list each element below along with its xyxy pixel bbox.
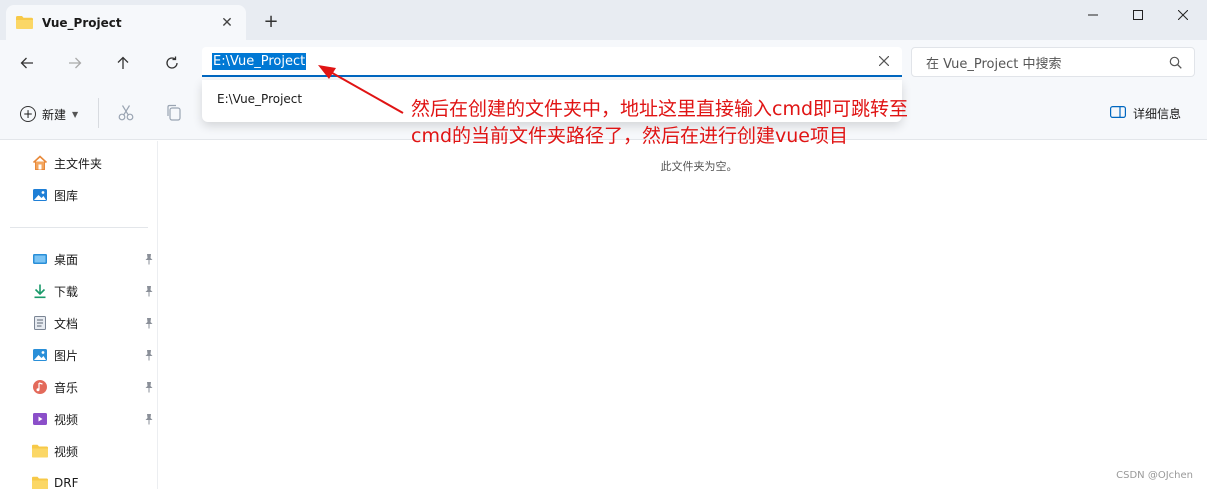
desktop-icon bbox=[32, 251, 48, 267]
sidebar-item-label: 文档 bbox=[54, 316, 79, 331]
sidebar-item-desktop[interactable]: 桌面 bbox=[32, 248, 156, 270]
sidebar-item-label: 图片 bbox=[54, 348, 79, 363]
close-window-button[interactable] bbox=[1160, 0, 1206, 30]
pin-icon[interactable] bbox=[144, 317, 154, 329]
refresh-button[interactable] bbox=[157, 48, 187, 78]
sidebar-item-label: 主文件夹 bbox=[54, 156, 103, 171]
pin-icon[interactable] bbox=[144, 285, 154, 297]
download-icon bbox=[32, 283, 48, 299]
home-icon bbox=[32, 155, 48, 171]
sidebar-item-home[interactable]: 主文件夹 bbox=[32, 152, 156, 174]
close-tab-icon[interactable]: ✕ bbox=[218, 14, 236, 32]
sidebar-item-label: 桌面 bbox=[54, 252, 79, 267]
new-button[interactable]: + 新建 ▼ bbox=[20, 103, 78, 125]
minimize-button[interactable] bbox=[1070, 0, 1116, 30]
up-button[interactable] bbox=[108, 48, 138, 78]
annotation-text: 然后在创建的文件夹中，地址这里直接输入cmd即可跳转至 cmd的当前文件夹路径了… bbox=[411, 96, 971, 150]
sidebar-item-drf[interactable]: DRF bbox=[32, 472, 156, 489]
file-list-area[interactable]: 此文件夹为空。 CSDN @OJchen bbox=[159, 141, 1207, 489]
empty-folder-message: 此文件夹为空。 bbox=[660, 160, 738, 173]
pin-icon[interactable] bbox=[144, 349, 154, 361]
maximize-button[interactable] bbox=[1115, 0, 1161, 30]
sidebar-divider bbox=[10, 227, 148, 228]
videos-icon bbox=[32, 411, 48, 427]
sidebar-item-documents[interactable]: 文档 bbox=[32, 312, 156, 334]
sidebar-item-music[interactable]: 音乐 bbox=[32, 376, 156, 398]
document-icon bbox=[32, 315, 48, 331]
details-button-label: 详细信息 bbox=[1133, 106, 1182, 121]
search-input[interactable]: 在 Vue_Project 中搜索 bbox=[926, 53, 1062, 72]
address-suggestion-item[interactable]: E:\Vue_Project bbox=[217, 92, 302, 106]
folder-icon bbox=[32, 443, 48, 459]
navigation-pane: 主文件夹 图库 桌面 下载 文档 图片 音乐 视频 视频 DRF bbox=[0, 141, 158, 489]
gallery-icon bbox=[32, 187, 48, 203]
sidebar-item-label: 视频 bbox=[54, 412, 79, 427]
details-button[interactable]: 详细信息 bbox=[1110, 103, 1181, 123]
annotation-line-2: cmd的当前文件夹路径了，然后在进行创建vue项目 bbox=[411, 125, 848, 147]
music-icon bbox=[32, 379, 48, 395]
copy-button[interactable] bbox=[164, 103, 184, 123]
new-button-label: 新建 bbox=[42, 107, 67, 122]
pictures-icon bbox=[32, 347, 48, 363]
forward-button[interactable] bbox=[60, 48, 90, 78]
folder-icon bbox=[16, 16, 33, 29]
plus-circle-icon: + bbox=[20, 106, 36, 122]
details-pane-icon bbox=[1110, 105, 1127, 121]
watermark: CSDN @OJchen bbox=[1116, 470, 1193, 481]
annotation-line-1: 然后在创建的文件夹中，地址这里直接输入cmd即可跳转至 bbox=[411, 98, 909, 120]
sidebar-item-pictures[interactable]: 图片 bbox=[32, 344, 156, 366]
sidebar-item-folder-videos[interactable]: 视频 bbox=[32, 440, 156, 462]
sidebar-item-label: DRF bbox=[54, 476, 79, 489]
address-input[interactable]: E:\Vue_Project bbox=[212, 52, 307, 70]
pin-icon[interactable] bbox=[144, 413, 154, 425]
back-button[interactable] bbox=[12, 48, 42, 78]
folder-icon bbox=[32, 475, 48, 489]
cut-button[interactable] bbox=[116, 103, 136, 123]
new-tab-button[interactable]: + bbox=[260, 10, 282, 32]
tab-title: Vue_Project bbox=[42, 15, 122, 30]
sidebar-item-label: 下载 bbox=[54, 284, 79, 299]
sidebar-item-label: 音乐 bbox=[54, 380, 79, 395]
search-icon[interactable] bbox=[1169, 56, 1182, 69]
search-box[interactable]: 在 Vue_Project 中搜索 bbox=[911, 47, 1195, 77]
address-bar[interactable]: E:\Vue_Project bbox=[202, 47, 902, 77]
tab-vue-project[interactable]: Vue_Project ✕ bbox=[6, 5, 246, 40]
title-bar: Vue_Project ✕ + bbox=[0, 0, 1207, 40]
sidebar-item-label: 视频 bbox=[54, 444, 79, 459]
sidebar-item-downloads[interactable]: 下载 bbox=[32, 280, 156, 302]
pin-icon[interactable] bbox=[144, 381, 154, 393]
sidebar-item-gallery[interactable]: 图库 bbox=[32, 184, 156, 206]
toolbar-divider bbox=[98, 98, 99, 128]
clear-address-icon[interactable] bbox=[876, 53, 892, 69]
sidebar-item-label: 图库 bbox=[54, 188, 79, 203]
pin-icon[interactable] bbox=[144, 253, 154, 265]
chevron-down-icon: ▼ bbox=[72, 109, 79, 119]
sidebar-item-videos[interactable]: 视频 bbox=[32, 408, 156, 430]
